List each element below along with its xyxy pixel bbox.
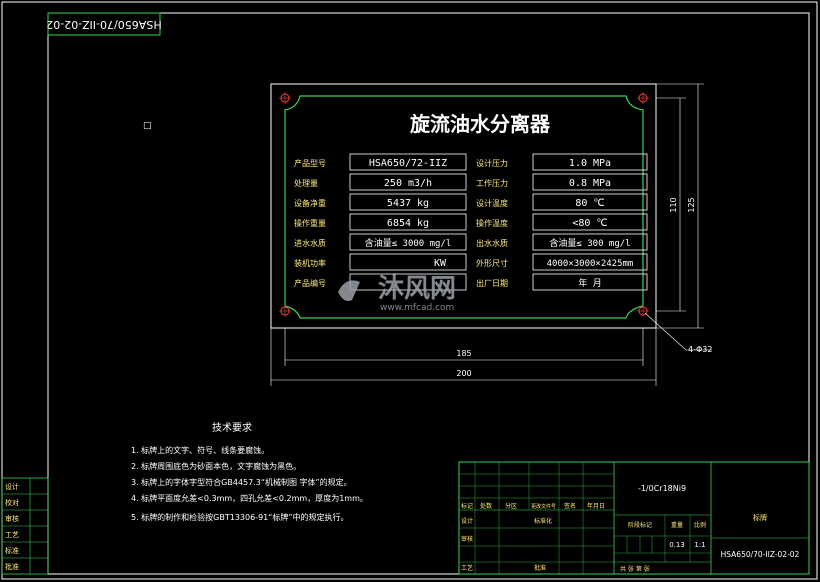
plate-value-right: 1.0 MPa	[569, 158, 611, 169]
plate-label-right: 设计温度	[476, 198, 508, 208]
tb-row-label: 设计	[461, 517, 473, 525]
plate-label-right: 设计压力	[476, 158, 508, 168]
left-block-label: 工艺	[5, 531, 19, 539]
plate-row: 操作重量 6854 kg 操作温度 <80 ℃	[294, 213, 648, 231]
plate-label-left: 装机功率	[294, 258, 326, 268]
tb-approve-label: 批准	[534, 564, 546, 572]
tb-header: 处数	[480, 502, 492, 510]
tech-item: 4. 标牌平面度允差<0.3mm，四孔允差<0.2mm，厚度为1mm。	[131, 493, 368, 503]
small-mark: □	[143, 121, 152, 131]
tb-scale: 1:1	[694, 541, 705, 549]
tb-weight-label: 重量	[671, 521, 683, 529]
plate-label-left: 处理量	[294, 178, 318, 188]
tech-item: 2. 标牌周围底色为砂面本色，文字腐蚀为黑色。	[131, 461, 301, 471]
tb-row-label: 工艺	[461, 564, 473, 572]
plate-title: 旋流油水分离器	[409, 112, 551, 136]
plate-label-left: 产品编号	[294, 278, 326, 288]
plate-value-left: 含油量≤ 3000 mg/l	[365, 237, 452, 249]
plate-value-right: 0.8 MPa	[569, 178, 611, 189]
left-block: 设计 校对 审核 工艺 标准 批准	[1, 477, 49, 575]
tb-header: 分区	[505, 502, 517, 510]
tb-row-label: 审核	[461, 535, 473, 543]
cad-drawing: HSA650/70-IIZ-02-02 □ 旋流油水分离器 产品型号 HSA65	[1, 1, 818, 580]
plate-value-right: 含油量≤ 300 mg/l	[549, 237, 630, 249]
plate-value-right: 年 月	[578, 277, 601, 289]
plate-label-left: 产品型号	[294, 158, 326, 168]
left-block-label: 设计	[5, 482, 19, 491]
tech-item: 3. 标牌上的字体字型符合GB4457.3“机械制图 字体”的规定。	[131, 477, 352, 487]
left-block-label: 校对	[5, 498, 19, 507]
tb-header: 更改文件号	[531, 503, 556, 510]
tb-drawing-code: HSA650/70-IIZ-02-02	[721, 550, 800, 559]
dim-200: 200	[456, 369, 471, 378]
tb-weight: 0.13	[669, 541, 685, 549]
plate-label-right: 操作温度	[476, 218, 508, 228]
tb-std-label: 标准化	[534, 517, 552, 525]
watermark: 沐风网 www.mfcad.com	[338, 274, 456, 313]
tech-heading: 技术要求	[212, 421, 252, 434]
tb-scale-label: 比例	[694, 521, 706, 529]
plate-value-left: 5437 kg	[387, 198, 429, 209]
plate-value-right: 80 ℃	[575, 198, 604, 209]
plate-label-right: 工作压力	[476, 178, 508, 188]
plate-value-right: <80 ℃	[572, 218, 607, 229]
tb-header: 签名	[564, 502, 576, 510]
left-block-label: 标准	[5, 546, 19, 555]
plate-row: 产品型号 HSA650/72-IIZ 设计压力 1.0 MPa	[294, 153, 648, 171]
dim-185: 185	[456, 349, 471, 358]
watermark-main: 沐风网	[378, 274, 456, 304]
tb-header: 年月日	[587, 502, 605, 510]
title-block: 标记 处数 分区 更改文件号 签名 年月日 设计 审核 工艺 标准化 批准 -1…	[458, 461, 810, 575]
watermark-logo-icon	[338, 280, 360, 301]
dim-110: 110	[669, 197, 678, 212]
plate-label-left: 进水水质	[294, 238, 326, 248]
nameplate: 旋流油水分离器 产品型号 HSA650/72-IIZ 设计压力 1.0 MPa …	[270, 83, 657, 329]
tech-requirements: 技术要求 1. 标牌上的文字、符号、线条要腐蚀。 2. 标牌周围底色为砂面本色，…	[131, 421, 368, 522]
plate-value-right: 4000×3000×2425mm	[547, 259, 634, 269]
tb-sheets: 共 张 第 张	[620, 565, 650, 573]
plate-label-left: 操作重量	[294, 218, 326, 228]
plate-value-left: KW	[434, 258, 447, 269]
tb-part-name: 标牌	[753, 513, 767, 522]
plate-row: 设备净重 5437 kg 设计温度 80 ℃	[294, 193, 648, 211]
plate-value-left: HSA650/72-IIZ	[369, 158, 447, 169]
plate-value-left: 250 m3/h	[384, 178, 432, 189]
plate-row: 装机功率 KW 外形尺寸 4000×3000×2425mm	[294, 253, 648, 271]
rotated-drawing-code: HSA650/70-IIZ-02-02	[46, 18, 161, 31]
tb-stage-label: 阶段标记	[628, 521, 652, 529]
plate-label-right: 出水水质	[476, 238, 508, 248]
dim-holes: 4-Φ32	[688, 345, 712, 354]
watermark-url: www.mfcad.com	[380, 303, 454, 313]
plate-label-left: 设备净重	[294, 198, 326, 208]
plate-label-right: 外形尺寸	[476, 258, 508, 268]
plate-label-right: 出厂日期	[476, 278, 508, 288]
dim-125: 125	[687, 197, 696, 212]
tech-item: 1. 标牌上的文字、符号、线条要腐蚀。	[131, 445, 269, 455]
left-block-label: 审核	[5, 514, 19, 523]
plate-rows: 产品型号 HSA650/72-IIZ 设计压力 1.0 MPa 处理量 250 …	[294, 153, 648, 291]
left-block-label: 批准	[5, 562, 19, 571]
plate-value-left: 6854 kg	[387, 218, 429, 229]
plate-row: 处理量 250 m3/h 工作压力 0.8 MPa	[294, 173, 648, 191]
plate-row: 进水水质 含油量≤ 3000 mg/l 出水水质 含油量≤ 300 mg/l	[294, 233, 648, 251]
tech-item: 5. 标牌的制作和检验按GBT13306-91“标牌”中的规定执行。	[131, 512, 349, 522]
tb-header: 标记	[461, 502, 473, 510]
tb-material: -1/0Cr18Ni9	[638, 484, 686, 493]
